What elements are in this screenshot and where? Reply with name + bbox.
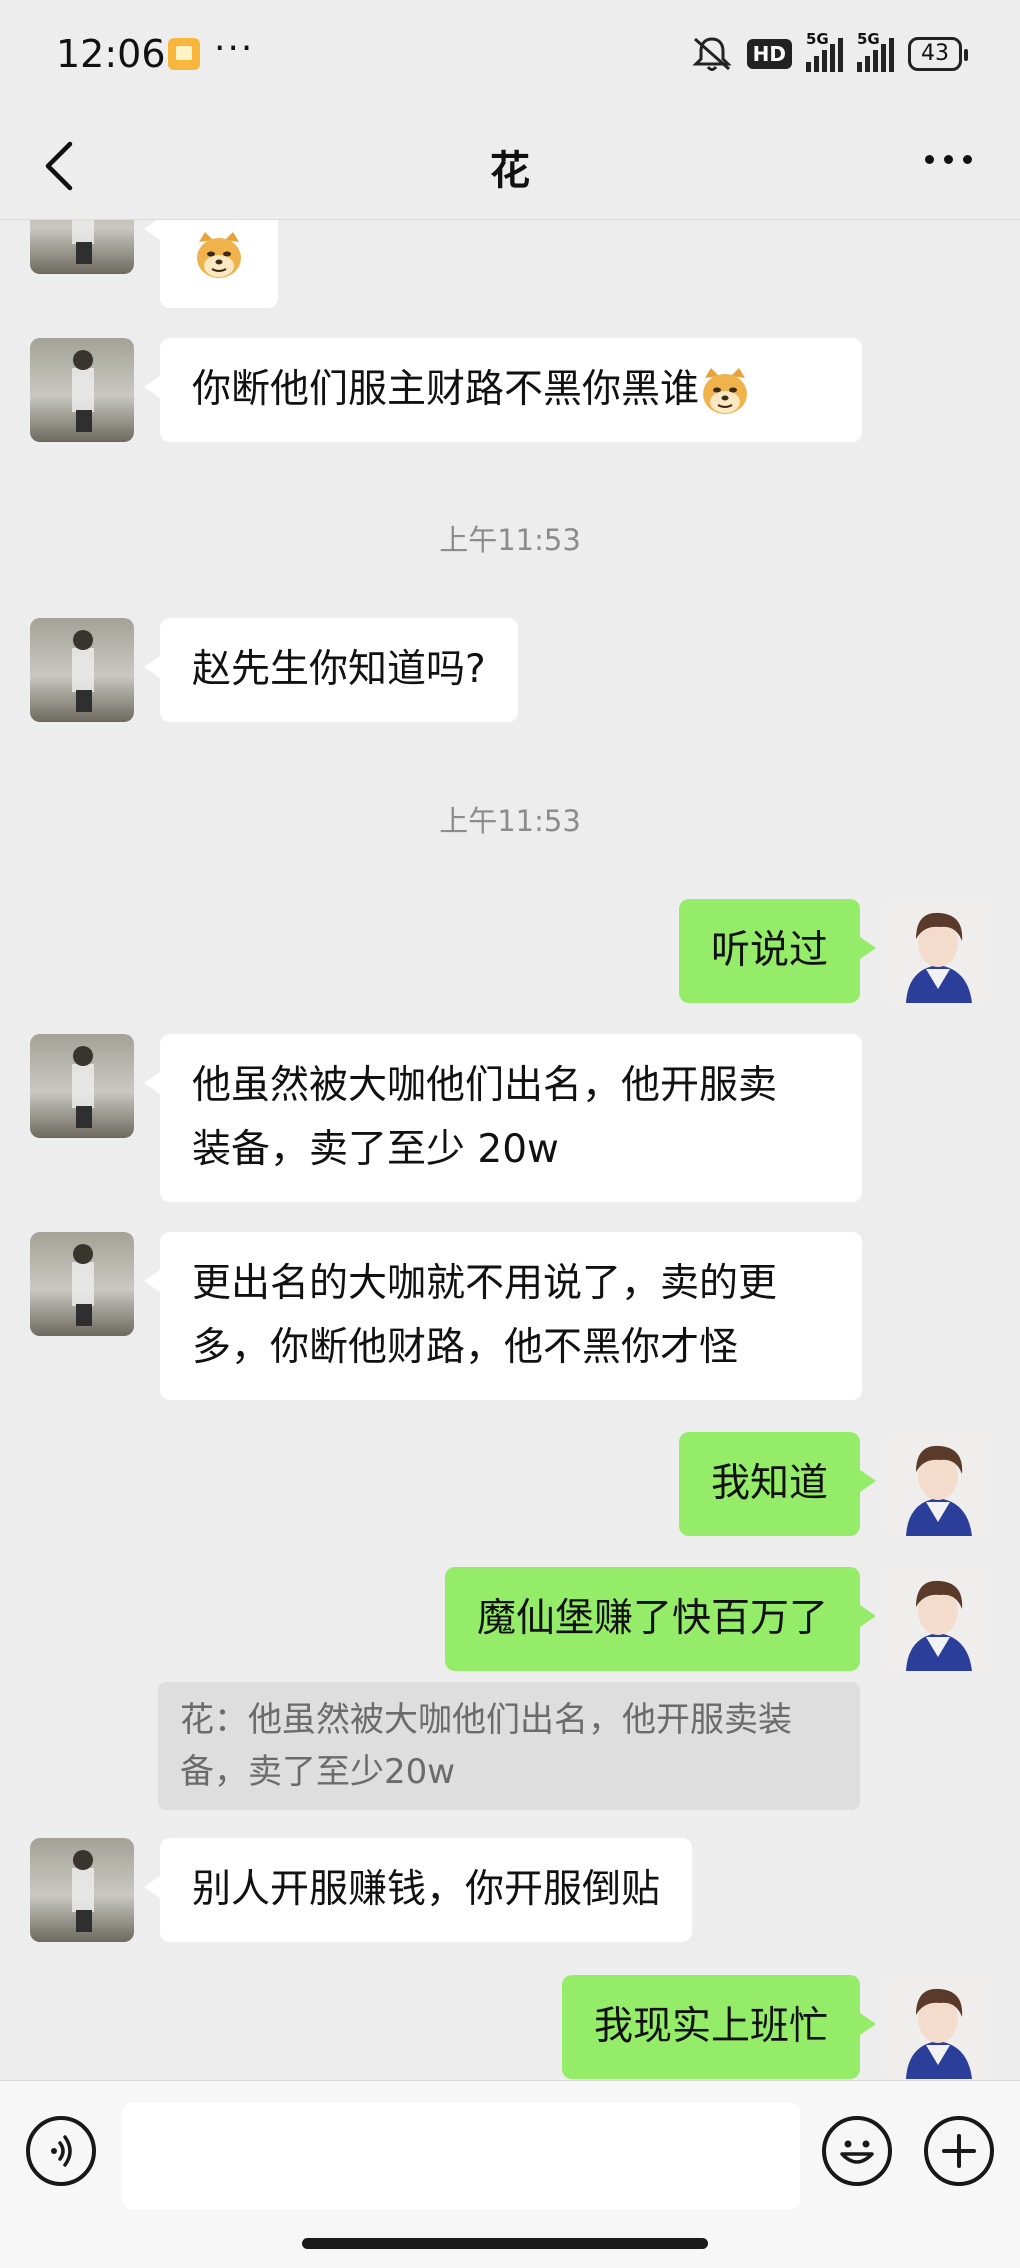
message-bubble[interactable]: 听说过 (678, 899, 877, 1003)
message-text: 装备，卖了至少 20w (192, 1127, 559, 1172)
quoted-message[interactable]: 花：他虽然被大咖他们出名，他开服卖装 备，卖了至少20w (158, 1682, 860, 1810)
my-avatar[interactable] (886, 1975, 990, 2079)
my-avatar[interactable] (886, 1432, 990, 1536)
doge-emoji-icon (197, 232, 241, 278)
signal-label: 5G (857, 30, 880, 48)
chat-header: 花 (0, 110, 1020, 220)
my-avatar[interactable] (886, 899, 990, 1003)
message-text: 你断他们服主财路不黑你黑谁 (192, 367, 700, 412)
message-text: 我知道 (710, 1461, 828, 1506)
contact-avatar[interactable] (30, 618, 134, 722)
contact-avatar[interactable] (30, 1232, 134, 1336)
timestamp: 上午11:53 (439, 523, 581, 557)
message-bubble[interactable]: 他虽然被大咖他们出名，他开服卖 装备，卖了至少 20w (144, 1034, 862, 1202)
more-options-button[interactable] (920, 152, 980, 168)
message-input[interactable] (122, 2103, 800, 2209)
quoted-text: 花：他虽然被大咖他们出名，他开服卖装 (180, 1700, 792, 1740)
message-bubble[interactable]: 更出名的大咖就不用说了，卖的更 多，你断他财路，他不黑你才怪 (144, 1232, 862, 1400)
signal-5g-icon: 5G (857, 30, 894, 72)
message-bubble[interactable]: 赵先生你知道吗? (144, 618, 518, 722)
timestamp: 上午11:53 (439, 804, 581, 838)
contact-avatar[interactable] (30, 1838, 134, 1942)
message-bubble[interactable]: 你断他们服主财路不黑你黑谁 (144, 338, 862, 442)
more-functions-button[interactable] (924, 2116, 994, 2186)
message-bubble[interactable]: 魔仙堡赚了快百万了 (444, 1567, 877, 1671)
message-bubble[interactable]: 别人开服赚钱，你开服倒贴 (143, 1838, 693, 1942)
hd-icon: HD (746, 39, 792, 69)
voice-input-button[interactable] (26, 2116, 96, 2186)
contact-avatar[interactable] (30, 220, 134, 274)
message-text: 更出名的大咖就不用说了，卖的更 (192, 1261, 778, 1306)
emoji-button[interactable] (822, 2116, 892, 2186)
message-text: 别人开服赚钱，你开服倒贴 (192, 1867, 661, 1912)
message-list[interactable]: 你断他们服主财路不黑你黑谁 上午11:53 赵先生你知道吗? 上午11:53 听… (0, 220, 1020, 2080)
home-indicator[interactable] (302, 2238, 708, 2249)
message-text: 听说过 (710, 928, 828, 973)
doge-emoji-icon (703, 367, 748, 414)
gallery-notification-icon (168, 38, 200, 70)
contact-avatar[interactable] (30, 1034, 134, 1138)
status-time: 12:06 (56, 32, 166, 76)
signal-5g-icon: 5G (806, 30, 843, 72)
contact-avatar[interactable] (30, 338, 134, 442)
quoted-text: 备，卖了至少20w (180, 1752, 456, 1792)
message-bubble[interactable] (144, 220, 278, 308)
voice-icon (51, 2135, 72, 2167)
message-text: 魔仙堡赚了快百万了 (476, 1596, 828, 1641)
plus-icon (942, 2134, 976, 2168)
smiley-icon (840, 2140, 874, 2164)
status-bar: 12:06 ··· HD 5G 5G 43 (0, 0, 1020, 110)
bell-muted-icon (692, 37, 732, 71)
message-bubble[interactable]: 我知道 (678, 1432, 877, 1536)
message-text: 他虽然被大咖他们出名，他开服卖 (192, 1063, 778, 1108)
message-bubble[interactable]: 我现实上班忙 (561, 1975, 877, 2079)
message-text: 多，你断他财路，他不黑你才怪 (192, 1325, 739, 1370)
battery-icon: 43 (908, 37, 968, 71)
more-notifications-icon: ··· (214, 28, 255, 69)
signal-label: 5G (806, 30, 829, 48)
message-text: 赵先生你知道吗? (192, 647, 486, 692)
message-text: 我现实上班忙 (593, 2004, 828, 2049)
chat-title: 花 (490, 148, 530, 194)
my-avatar[interactable] (886, 1567, 990, 1671)
